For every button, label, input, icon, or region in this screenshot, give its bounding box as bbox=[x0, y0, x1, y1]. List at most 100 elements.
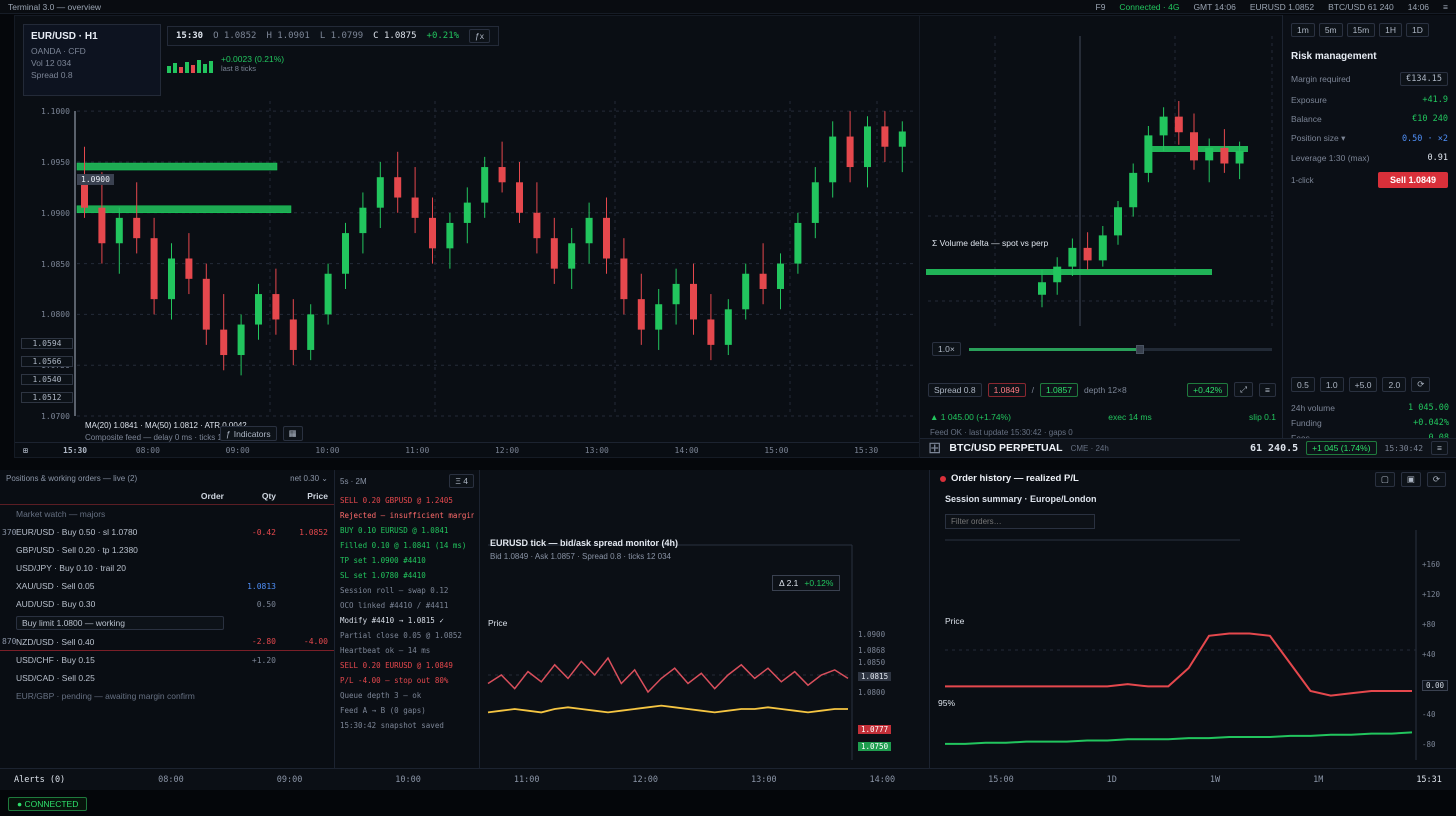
timeline-label[interactable]: 1W bbox=[1210, 775, 1220, 785]
position-row[interactable]: USD/CHF · Buy 0.15+1.20 bbox=[0, 651, 334, 669]
history-axis-title: Price bbox=[945, 616, 964, 626]
sparkline-bar bbox=[179, 67, 183, 73]
timeframe-chip[interactable]: 15m bbox=[1347, 23, 1376, 37]
secondary-chart-panel: Σ Volume delta — spot vs perp 1.0× Sprea… bbox=[920, 15, 1282, 438]
topbar-item: BTC/USD 61 240 bbox=[1328, 2, 1394, 12]
history-tool-icon[interactable]: ▢ bbox=[1375, 472, 1395, 487]
position-row[interactable]: EUR/GBP · pending — awaiting margin conf… bbox=[0, 687, 334, 705]
position-row[interactable]: USD/JPY · Buy 0.10 · trail 20 bbox=[0, 559, 334, 577]
menu-icon[interactable]: ≡ bbox=[1259, 383, 1276, 397]
topbar-item[interactable]: ≡ bbox=[1443, 2, 1448, 12]
position-row[interactable]: 870NZD/USD · Sell 0.40-2.80-4.00 bbox=[0, 633, 334, 651]
ticker-time: 15:30:42 bbox=[1385, 444, 1424, 453]
tick-chart-canvas[interactable] bbox=[480, 470, 930, 768]
tick-axis-label: 1.0900 bbox=[858, 630, 898, 639]
positions-collapse-toggle[interactable]: net 0.30 ⌄ bbox=[290, 474, 328, 483]
journal-entry: Modify #4410 → 1.0815 ✓ bbox=[340, 613, 474, 628]
risk-row-value: 0.50 · ×2 bbox=[1402, 134, 1448, 144]
time-axis-label: 08:00 bbox=[103, 446, 193, 455]
timeline-label[interactable]: 1M bbox=[1313, 775, 1323, 785]
lot-chip[interactable]: ⟳ bbox=[1411, 377, 1430, 392]
order-price-tag[interactable]: 1.0540 bbox=[21, 374, 73, 385]
time-axis-label: 15:30 bbox=[821, 446, 911, 455]
lot-chip[interactable]: +5.0 bbox=[1349, 377, 1378, 392]
indicators-button[interactable]: ƒ Indicators bbox=[220, 426, 277, 441]
position-row[interactable]: 370EUR/USD · Buy 0.50 · sl 1.0780-0.421.… bbox=[0, 523, 334, 541]
tick-axis-label: 1.0750 bbox=[858, 742, 891, 751]
journal-entry: SELL 0.20 EURUSD @ 1.0849 bbox=[340, 658, 474, 673]
delta-badge-right: +0.12% bbox=[804, 578, 833, 588]
journal-entry: SELL 0.20 GBPUSD @ 1.2405 bbox=[340, 493, 474, 508]
position-desc: Market watch — majors bbox=[16, 509, 224, 519]
tick-axis-label: 1.0850 bbox=[858, 658, 898, 667]
timeframe-chip[interactable]: 5m bbox=[1319, 23, 1343, 37]
symbol-label: EUR/USD · H1 bbox=[31, 30, 153, 45]
secondary-chart-canvas[interactable] bbox=[920, 16, 1282, 439]
grid-icon[interactable]: ⊞ bbox=[23, 446, 63, 455]
time-axis-label: 15:00 bbox=[731, 446, 821, 455]
timeline-label[interactable]: 1D bbox=[1107, 775, 1117, 785]
positions-column-header: OrderQtyPrice bbox=[0, 487, 334, 505]
timeline-label: 15:31 bbox=[1416, 775, 1442, 785]
journal-entry: BUY 0.10 EURUSD @ 1.0841 bbox=[340, 523, 474, 538]
sparkline-bar bbox=[197, 60, 201, 73]
journal-entry: TP set 1.0900 #4410 bbox=[340, 553, 474, 568]
positions-column-label: Order bbox=[16, 491, 224, 501]
risk-row: Margin required€134.15 bbox=[1291, 72, 1448, 86]
timeline-label: 13:00 bbox=[751, 775, 777, 785]
history-tool-icon[interactable]: ⟳ bbox=[1427, 472, 1446, 487]
timeframe-chip[interactable]: 1H bbox=[1379, 23, 1402, 37]
expand-icon[interactable]: ⤢ bbox=[1234, 382, 1253, 397]
lot-chip[interactable]: 0.5 bbox=[1291, 377, 1315, 392]
timeframe-chip[interactable]: 1D bbox=[1406, 23, 1429, 37]
journal-entry: Filled 0.10 @ 1.0841 (14 ms) bbox=[340, 538, 474, 553]
positions-table-body: Market watch — majors 370EUR/USD · Buy 0.… bbox=[0, 505, 334, 705]
position-row[interactable]: Buy limit 1.0800 — working bbox=[0, 613, 334, 633]
position-row[interactable]: GBP/USD · Sell 0.20 · tp 1.2380 bbox=[0, 541, 334, 559]
topbar-item: GMT 14:06 bbox=[1193, 2, 1235, 12]
position-row[interactable]: AUD/USD · Buy 0.300.50 bbox=[0, 595, 334, 613]
bid-chip[interactable]: 1.0849 bbox=[988, 383, 1026, 397]
position-desc: USD/CHF · Buy 0.15 bbox=[16, 655, 224, 665]
lot-chip[interactable]: 1.0 bbox=[1320, 377, 1344, 392]
topbar-item[interactable]: 14:06 bbox=[1408, 2, 1429, 12]
zoom-slider[interactable]: 1.0× bbox=[932, 342, 1272, 356]
instrument-info-card: EUR/USD · H1 OANDA · CFD Vol 12 034 Spre… bbox=[23, 24, 161, 96]
positions-panel: Positions & working orders — live (2) ne… bbox=[0, 470, 335, 768]
sparkline-bar bbox=[185, 62, 189, 73]
time-axis-label: 10:00 bbox=[283, 446, 373, 455]
ask-chip[interactable]: 1.0857 bbox=[1040, 383, 1078, 397]
global-timeline[interactable]: Alerts (0)08:0009:0010:0011:0012:0013:00… bbox=[0, 768, 1456, 790]
ticker-strip[interactable]: ⊞ BTC/USD PERPETUAL CME · 24h 61 240.5 +… bbox=[920, 438, 1456, 458]
ticker-grid-icon[interactable]: ⊞ bbox=[928, 438, 941, 458]
more-tools-button[interactable]: ▦ bbox=[283, 426, 303, 441]
tick-axis-label: 1.0868 bbox=[858, 646, 898, 655]
history-tool-icon[interactable]: ▣ bbox=[1401, 472, 1421, 487]
sparkline-bar bbox=[173, 63, 177, 73]
order-price-tag[interactable]: 1.0566 bbox=[21, 356, 73, 367]
position-row[interactable]: XAU/USD · Sell 0.051.0813 bbox=[0, 577, 334, 595]
sparkline-bars bbox=[167, 55, 213, 73]
risk-row: Exposure+41.9 bbox=[1291, 95, 1448, 105]
ticker-menu-icon[interactable]: ≡ bbox=[1431, 441, 1448, 455]
time-axis[interactable]: ⊞ 15:30 08:0009:0010:0011:0012:0013:0014… bbox=[15, 442, 919, 457]
sparkline-bar bbox=[167, 66, 171, 73]
sell-button[interactable]: Sell 1.0849 bbox=[1378, 172, 1448, 188]
price-axis-label: 1.0900 bbox=[41, 209, 70, 218]
position-row[interactable]: USD/CAD · Sell 0.25 bbox=[0, 669, 334, 687]
order-price-tag[interactable]: 1.0594 bbox=[21, 338, 73, 349]
order-price-tag[interactable]: 1.0512 bbox=[21, 392, 73, 403]
indicator-fx-button[interactable]: ƒx bbox=[469, 29, 490, 43]
slider-handle[interactable] bbox=[1136, 345, 1144, 354]
tick-axis-label: 1.0777 bbox=[858, 725, 891, 734]
history-axis-label: +120 bbox=[1422, 590, 1440, 599]
journal-filter-chip[interactable]: Ξ 4 bbox=[449, 474, 474, 488]
position-row[interactable]: Market watch — majors bbox=[0, 505, 334, 523]
slider-track[interactable] bbox=[969, 348, 1272, 351]
tick-axis-label: 1.0815 bbox=[858, 672, 891, 681]
lot-chip[interactable]: 2.0 bbox=[1382, 377, 1406, 392]
position-qty: -0.42 bbox=[224, 528, 276, 537]
timeframe-chip[interactable]: 1m bbox=[1291, 23, 1315, 37]
axis-session-label: 15:30 bbox=[63, 446, 103, 455]
filter-orders-input[interactable] bbox=[945, 514, 1095, 529]
